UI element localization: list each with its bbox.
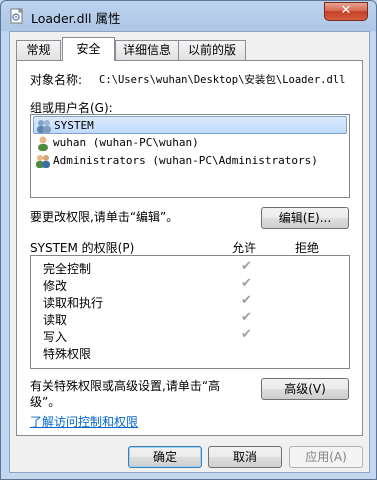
allow-check-icon: ✔ <box>241 276 252 291</box>
dialog-client: 常规 安全 详细信息 以前的版本 对象名称: C:\Users\wuhan\De… <box>9 31 370 473</box>
permission-name: 读取和执行 <box>43 296 104 310</box>
permissions-list[interactable]: 完全控制 ✔ 修改 ✔ 读取和执行 ✔ 读取 ✔ 写入 ✔ 特殊权限 <box>30 255 350 369</box>
group-user-list[interactable]: SYSTEM wuhan (wuhan-PC\wuhan) Administra… <box>30 114 350 198</box>
permissions-header: SYSTEM 的权限(P) <box>30 241 135 255</box>
security-panel: 对象名称: C:\Users\wuhan\Desktop\安装包\Loader.… <box>16 60 363 436</box>
title-bar[interactable]: Loader.dll 属性 ✕ <box>1 1 376 31</box>
allow-check-icon: ✔ <box>241 327 252 342</box>
apply-button[interactable]: 应用(A) <box>289 446 363 468</box>
permission-row: 写入 ✔ <box>31 327 349 344</box>
tab-previous-versions[interactable]: 以前的版本 <box>178 40 246 75</box>
advanced-button[interactable]: 高级(V) <box>261 378 349 400</box>
close-icon: ✕ <box>340 3 352 18</box>
permission-row: 完全控制 ✔ <box>31 259 349 276</box>
tab-security[interactable]: 安全 <box>62 37 115 61</box>
allow-column-header: 允许 <box>232 241 257 255</box>
object-name-value: C:\Users\wuhan\Desktop\安装包\Loader.dll <box>99 74 346 86</box>
tab-security-label: 安全 <box>76 42 101 56</box>
edit-button[interactable]: 编辑(E)... <box>261 207 349 229</box>
permission-name: 完全控制 <box>43 262 92 276</box>
advanced-hint-line2: 级”。 <box>30 395 61 409</box>
permission-name: 写入 <box>43 330 68 344</box>
tab-general[interactable]: 常规 <box>16 40 61 60</box>
cancel-button[interactable]: 取消 <box>208 446 282 468</box>
permission-name: 修改 <box>43 279 68 293</box>
window-title: Loader.dll 属性 <box>31 11 121 26</box>
permission-name: 特殊权限 <box>43 347 92 361</box>
deny-column-header: 拒绝 <box>295 241 320 255</box>
permission-row: 特殊权限 <box>31 344 349 361</box>
dll-file-icon <box>10 8 24 24</box>
list-item-administrators[interactable]: Administrators (wuhan-PC\Administrators) <box>33 152 347 170</box>
users-group-icon <box>37 120 51 133</box>
change-permissions-hint: 要更改权限,请单击“编辑”。 <box>30 210 179 224</box>
tab-details[interactable]: 详细信息 <box>115 40 179 60</box>
advanced-hint-line1: 有关特殊权限或高级设置,请单击“高 <box>30 379 221 393</box>
learn-access-control-link[interactable]: 了解访问控制和权限 <box>30 413 138 430</box>
list-item-label: wuhan (wuhan-PC\wuhan) <box>53 136 199 149</box>
allow-check-icon: ✔ <box>241 293 252 308</box>
allow-check-icon: ✔ <box>241 310 252 325</box>
permission-row: 修改 ✔ <box>31 276 349 293</box>
allow-check-icon: ✔ <box>241 259 252 274</box>
tab-general-label: 常规 <box>26 43 51 57</box>
list-item-label: Administrators (wuhan-PC\Administrators) <box>53 154 318 167</box>
list-item-system[interactable]: SYSTEM <box>33 116 347 134</box>
list-item-wuhan[interactable]: wuhan (wuhan-PC\wuhan) <box>33 134 347 152</box>
permission-name: 读取 <box>43 313 68 327</box>
object-name-label: 对象名称: <box>30 73 83 87</box>
permission-row: 读取 ✔ <box>31 310 349 327</box>
tab-details-label: 详细信息 <box>122 43 171 57</box>
users-group-icon <box>36 155 50 168</box>
properties-window: Loader.dll 属性 ✕ 常规 安全 详细信息 以前的版本 对象名称: C… <box>0 0 377 480</box>
ok-button[interactable]: 确定 <box>128 446 202 468</box>
permission-row: 读取和执行 ✔ <box>31 293 349 310</box>
user-icon <box>38 136 48 151</box>
list-item-label: SYSTEM <box>54 119 94 132</box>
close-button[interactable]: ✕ <box>324 2 368 21</box>
